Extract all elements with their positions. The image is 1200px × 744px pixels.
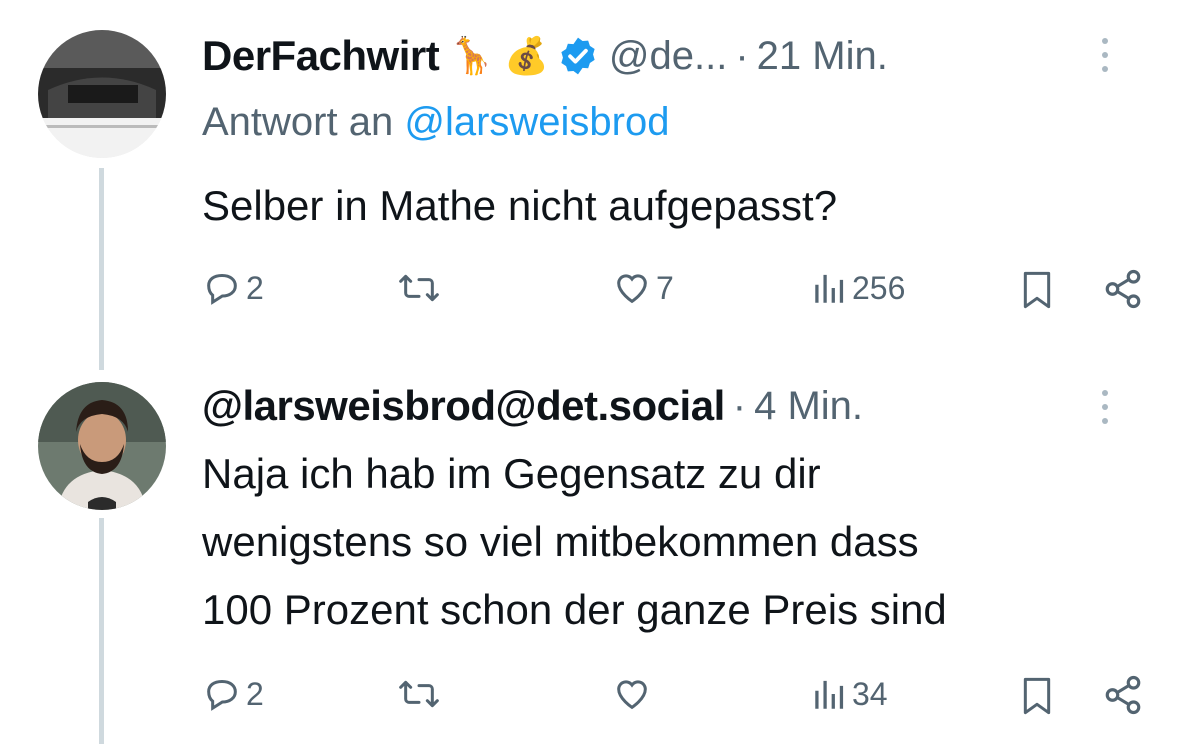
tweet-header: DerFachwirt 🦒 💰 @de... · 21 Min. (202, 28, 1160, 84)
like-icon (612, 674, 652, 714)
views-button[interactable]: 256 (812, 268, 905, 308)
giraffe-emoji: 🦒 (449, 35, 495, 76)
repost-button[interactable] (397, 674, 445, 714)
reply-to-line: Antwort an @larsweisbrod (202, 100, 669, 145)
tweet-text-line: wenigstens so viel mitbekommen dass (202, 518, 919, 565)
tweet-text: Naja ich hab im Gegensatz zu dir wenigst… (202, 440, 1170, 644)
tweet-text: Selber in Mathe nicht aufgepasst? (202, 182, 838, 229)
action-bar: 2 7 256 (202, 268, 1162, 318)
tweet-1[interactable]: DerFachwirt 🦒 💰 @de... · 21 Min. Antwort… (0, 0, 1200, 370)
repost-icon (397, 674, 441, 714)
like-button[interactable] (612, 674, 656, 714)
repost-button[interactable] (397, 268, 445, 308)
bookmark-button[interactable] (1017, 674, 1057, 718)
reply-count: 2 (246, 675, 264, 712)
tweet-text-line: Naja ich hab im Gegensatz zu dir (202, 450, 821, 497)
money-bag-emoji: 💰 (504, 35, 549, 76)
bookmark-icon (1017, 268, 1057, 312)
timestamp[interactable]: 21 Min. (757, 34, 888, 79)
views-button[interactable]: 34 (812, 674, 888, 714)
separator-dot: · (732, 383, 747, 428)
timestamp[interactable]: 4 Min. (754, 384, 863, 429)
avatar-derfachwirt[interactable] (38, 30, 166, 158)
thread-line (99, 518, 104, 744)
share-button[interactable] (1102, 268, 1144, 310)
reply-icon (202, 268, 242, 308)
separator-dot: · (735, 33, 749, 78)
reply-button[interactable]: 2 (202, 268, 264, 308)
bookmark-button[interactable] (1017, 268, 1057, 312)
repost-icon (397, 268, 441, 308)
views-icon (812, 268, 848, 308)
views-icon (812, 674, 848, 714)
more-icon[interactable] (1100, 38, 1110, 80)
more-icon[interactable] (1100, 390, 1110, 432)
like-count: 7 (656, 269, 674, 306)
share-button[interactable] (1102, 674, 1144, 716)
bookmark-icon (1017, 674, 1057, 718)
verified-icon (557, 35, 599, 77)
share-icon (1102, 268, 1144, 310)
reply-count: 2 (246, 269, 264, 306)
like-icon (612, 268, 652, 308)
tweet-2[interactable]: @larsweisbrod@det.social · 4 Min. Naja i… (0, 360, 1200, 744)
action-bar: 2 34 (202, 674, 1162, 724)
reply-button[interactable]: 2 (202, 674, 264, 714)
reply-icon (202, 674, 242, 714)
display-name[interactable]: DerFachwirt (202, 32, 440, 80)
thread-line (99, 168, 104, 370)
views-count: 34 (852, 675, 888, 712)
tweet-text-line: 100 Prozent schon der ganze Preis sind (202, 586, 947, 633)
avatar-larsweisbrod[interactable] (38, 382, 166, 510)
views-count: 256 (852, 269, 906, 306)
share-icon (1102, 674, 1144, 716)
reply-mention-link[interactable]: @larsweisbrod (404, 100, 669, 144)
display-name[interactable]: @larsweisbrod@det.social (202, 382, 725, 430)
tweet-header: @larsweisbrod@det.social · 4 Min. (202, 378, 1160, 434)
user-handle[interactable]: @de... (609, 34, 727, 79)
reply-prefix: Antwort an (202, 100, 394, 144)
like-button[interactable]: 7 (612, 268, 674, 308)
thread-line-top (99, 360, 104, 370)
